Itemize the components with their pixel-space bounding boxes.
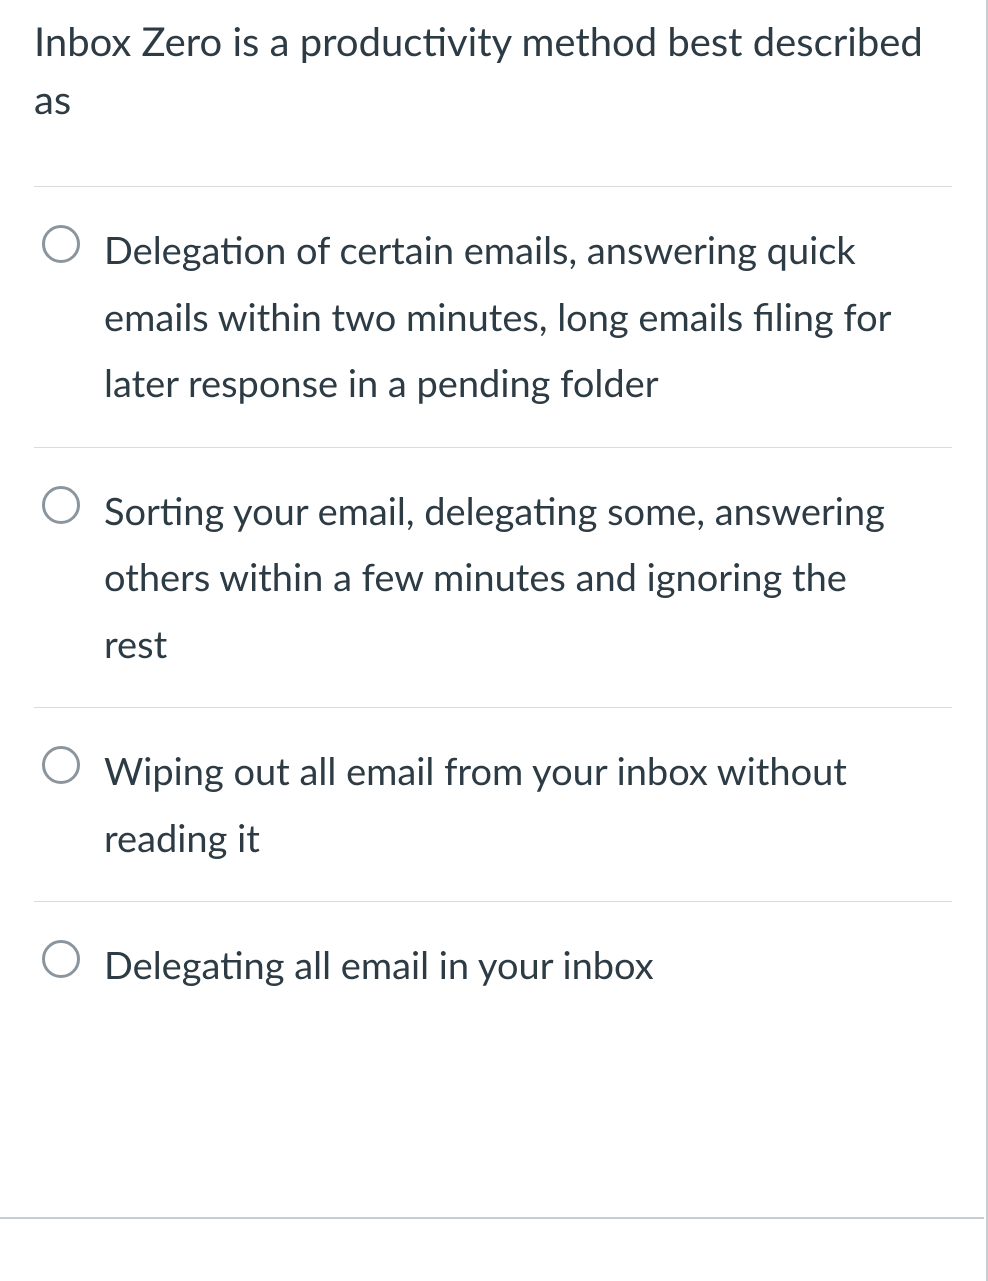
radio-option-2[interactable]	[42, 486, 80, 524]
question-prompt: Inbox Zero is a productivity method best…	[34, 12, 952, 128]
options-list: Delegation of certain emails, answering …	[34, 186, 952, 1029]
option-row: Delegating all email in your inbox	[34, 901, 952, 1029]
radio-option-1[interactable]	[42, 225, 80, 263]
option-label[interactable]: Sorting your email, delegating some, ans…	[104, 478, 952, 678]
option-label[interactable]: Delegating all email in your inbox	[104, 932, 694, 999]
option-row: Delegation of certain emails, answering …	[34, 186, 952, 447]
radio-option-4[interactable]	[42, 940, 80, 978]
radio-option-3[interactable]	[42, 746, 80, 784]
question-container: Inbox Zero is a productivity method best…	[0, 0, 988, 1281]
option-row: Sorting your email, delegating some, ans…	[34, 447, 952, 708]
option-label[interactable]: Delegation of certain emails, answering …	[104, 217, 952, 417]
option-label[interactable]: Wiping out all email from your inbox wit…	[104, 738, 952, 871]
option-row: Wiping out all email from your inbox wit…	[34, 707, 952, 901]
card-bottom-border	[0, 1217, 984, 1219]
